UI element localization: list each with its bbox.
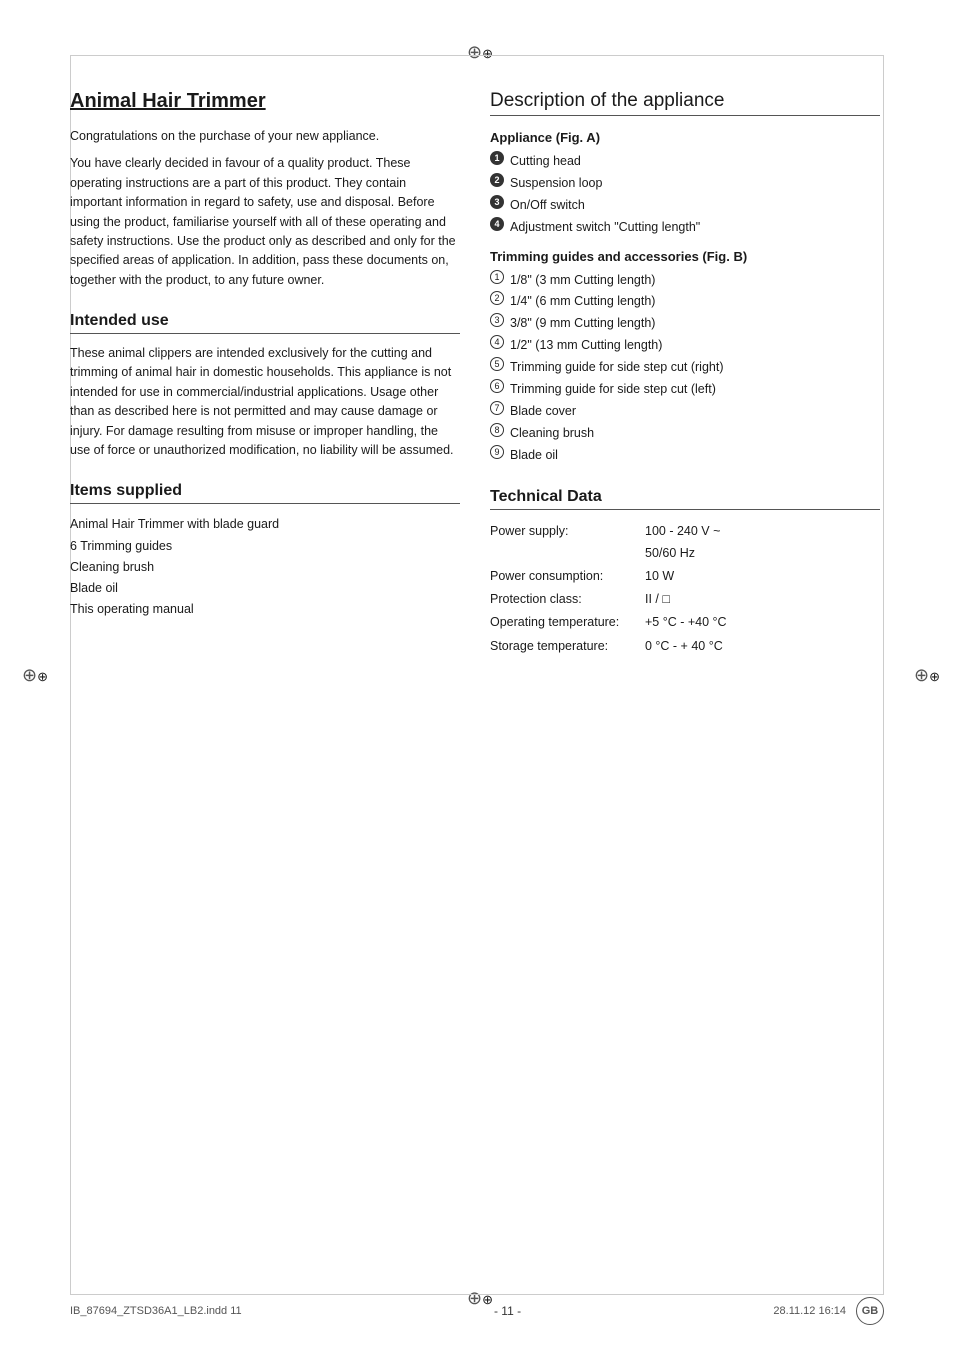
tech-table: Power supply: 100 - 240 V ~50/60 Hz Powe… [490, 520, 880, 658]
list-item: This operating manual [70, 599, 460, 620]
list-item: Animal Hair Trimmer with blade guard [70, 514, 460, 535]
table-row: Operating temperature: +5 °C - +40 °C [490, 611, 880, 634]
table-row: Protection class: II / □ [490, 588, 880, 611]
intro-section: Congratulations on the purchase of your … [70, 127, 460, 290]
intended-use-title: Intended use [70, 312, 460, 334]
trimming-item-4: 1/2" (13 mm Cutting length) [510, 335, 662, 357]
list-item: 2 Suspension loop [490, 173, 880, 195]
list-item: 4 Adjustment switch "Cutting length" [490, 217, 880, 239]
list-item: 6 Trimming guides [70, 536, 460, 557]
circle-1: 1 [490, 270, 504, 284]
appliance-item-3: On/Off switch [510, 195, 585, 217]
crosshair-right: ⊕ [914, 665, 934, 685]
appliance-list: 1 Cutting head 2 Suspension loop 3 On/Of… [490, 151, 880, 239]
bullet-1: 1 [490, 151, 504, 165]
list-item: 1 Cutting head [490, 151, 880, 173]
tech-value: II / □ [645, 588, 880, 611]
trimming-item-2: 1/4" (6 mm Cutting length) [510, 291, 655, 313]
trimming-item-5: Trimming guide for side step cut (right) [510, 357, 724, 379]
left-column: Animal Hair Trimmer Congratulations on t… [70, 90, 460, 680]
footer: IB_87694_ZTSD36A1_LB2.indd 11 - 11 - 28.… [70, 1297, 884, 1325]
list-item: 3 3/8" (9 mm Cutting length) [490, 313, 880, 335]
tech-value: 100 - 240 V ~50/60 Hz [645, 520, 880, 565]
technical-data-title: Technical Data [490, 488, 880, 510]
list-item: Cleaning brush [70, 557, 460, 578]
list-item: Blade oil [70, 578, 460, 599]
tech-value: +5 °C - +40 °C [645, 611, 880, 634]
circle-7: 7 [490, 401, 504, 415]
circle-9: 9 [490, 445, 504, 459]
trimming-list: 1 1/8" (3 mm Cutting length) 2 1/4" (6 m… [490, 270, 880, 467]
footer-right: 28.11.12 16:14 [773, 1305, 846, 1317]
list-item: 7 Blade cover [490, 401, 880, 423]
intro-para-1: Congratulations on the purchase of your … [70, 127, 460, 146]
crosshair-top: ⊕ [467, 42, 487, 62]
tech-label: Storage temperature: [490, 635, 645, 658]
circle-8: 8 [490, 423, 504, 437]
page-number: - 11 - [494, 1304, 521, 1318]
bullet-3: 3 [490, 195, 504, 209]
border-bottom [70, 1294, 884, 1295]
trimming-item-9: Blade oil [510, 445, 558, 467]
crosshair-left: ⊕ [22, 665, 42, 685]
appliance-item-1: Cutting head [510, 151, 581, 173]
tech-label: Power supply: [490, 520, 645, 565]
table-row: Power supply: 100 - 240 V ~50/60 Hz [490, 520, 880, 565]
bullet-4: 4 [490, 217, 504, 231]
trimming-fig-subtitle: Trimming guides and accessories (Fig. B) [490, 249, 880, 264]
list-item: 1 1/8" (3 mm Cutting length) [490, 270, 880, 292]
technical-data-section: Technical Data Power supply: 100 - 240 V… [490, 488, 880, 658]
description-title: Description of the appliance [490, 90, 880, 116]
trimming-item-8: Cleaning brush [510, 423, 594, 445]
page-title: Animal Hair Trimmer [70, 90, 460, 113]
gb-badge: GB [856, 1297, 884, 1325]
list-item: 5 Trimming guide for side step cut (righ… [490, 357, 880, 379]
appliance-fig-subtitle: Appliance (Fig. A) [490, 130, 880, 145]
border-top [70, 55, 884, 56]
items-supplied-section: Items supplied Animal Hair Trimmer with … [70, 482, 460, 620]
items-supplied-title: Items supplied [70, 482, 460, 504]
appliance-item-4: Adjustment switch "Cutting length" [510, 217, 700, 239]
trimming-item-7: Blade cover [510, 401, 576, 423]
circle-2: 2 [490, 291, 504, 305]
tech-label: Power consumption: [490, 565, 645, 588]
page: ⊕ ⊕ ⊕ ⊕ Animal Hair Trimmer Congratulati… [0, 0, 954, 1350]
list-item: 3 On/Off switch [490, 195, 880, 217]
table-row: Storage temperature: 0 °C - + 40 °C [490, 635, 880, 658]
list-item: 8 Cleaning brush [490, 423, 880, 445]
main-content: Animal Hair Trimmer Congratulations on t… [70, 90, 884, 680]
circle-3: 3 [490, 313, 504, 327]
right-column: Description of the appliance Appliance (… [490, 90, 880, 680]
list-item: 2 1/4" (6 mm Cutting length) [490, 291, 880, 313]
list-item: 4 1/2" (13 mm Cutting length) [490, 335, 880, 357]
circle-6: 6 [490, 379, 504, 393]
appliance-item-2: Suspension loop [510, 173, 602, 195]
circle-4: 4 [490, 335, 504, 349]
table-row: Power consumption: 10 W [490, 565, 880, 588]
circle-5: 5 [490, 357, 504, 371]
list-item: 9 Blade oil [490, 445, 880, 467]
tech-label: Protection class: [490, 588, 645, 611]
tech-value: 0 °C - + 40 °C [645, 635, 880, 658]
trimming-item-1: 1/8" (3 mm Cutting length) [510, 270, 655, 292]
trimming-item-3: 3/8" (9 mm Cutting length) [510, 313, 655, 335]
intended-use-text: These animal clippers are intended exclu… [70, 344, 460, 460]
description-section: Description of the appliance Appliance (… [490, 90, 880, 466]
bullet-2: 2 [490, 173, 504, 187]
footer-left: IB_87694_ZTSD36A1_LB2.indd 11 [70, 1305, 242, 1317]
tech-value: 10 W [645, 565, 880, 588]
intro-para-2: You have clearly decided in favour of a … [70, 154, 460, 290]
list-item: 6 Trimming guide for side step cut (left… [490, 379, 880, 401]
tech-label: Operating temperature: [490, 611, 645, 634]
items-list: Animal Hair Trimmer with blade guard 6 T… [70, 514, 460, 620]
intended-use-section: Intended use These animal clippers are i… [70, 312, 460, 460]
trimming-item-6: Trimming guide for side step cut (left) [510, 379, 716, 401]
